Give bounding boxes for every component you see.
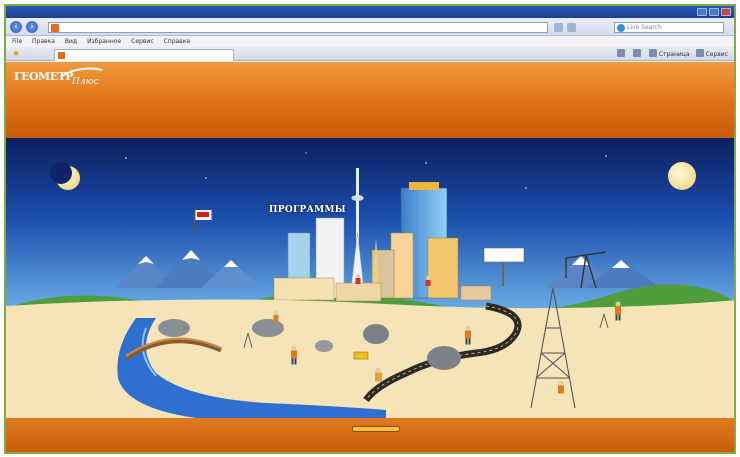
site-footer [6,418,734,452]
menu-tools[interactable]: Сервис [131,36,153,47]
back-icon[interactable]: ‹ [10,21,22,33]
page-menu[interactable]: Страница [648,49,690,60]
command-bar: Страница Сервис [616,49,728,60]
minimize-button[interactable] [697,8,707,16]
tab-active[interactable] [54,49,234,61]
full-moon-icon [668,162,696,190]
stop-icon[interactable] [567,23,576,32]
search-placeholder: Live Search [627,24,662,31]
search-icon [617,24,625,32]
site-header: ГЕОМЕТР Плюс [6,62,734,138]
url-input[interactable] [48,22,548,33]
menu-help[interactable]: Справка [164,36,190,47]
tab-favicon-icon [58,52,65,59]
favorites-star-icon[interactable]: ★ [12,49,20,59]
refresh-icon[interactable] [554,23,563,32]
vehicle-icon [353,351,369,360]
maximize-button[interactable] [709,8,719,16]
web-page: ГЕОМЕТР Плюс ПРОГРАММЫ [6,62,734,452]
address-bar: ‹ › Live Search [6,18,734,36]
window-titlebar [6,6,734,18]
logo-script-text: Плюс [72,77,99,87]
search-input[interactable]: Live Search [614,22,724,33]
menu-edit[interactable]: Правка [32,36,55,47]
menu-view[interactable]: Вид [65,36,77,47]
home-icon[interactable] [616,49,627,60]
menu-bar: File Правка Вид Избранное Сервис Справка [6,36,734,47]
menu-file[interactable]: File [12,36,22,47]
tools-menu[interactable]: Сервис [695,49,728,60]
browser-window: ‹ › Live Search File Правка Вид Избранно… [4,4,736,454]
illustration-scene: ПРОГРАММЫ [6,138,734,418]
menu-favorites[interactable]: Избранное [87,36,121,47]
footer-badge-button[interactable] [352,426,400,432]
scene-illustration [6,138,734,418]
programs-label[interactable]: ПРОГРАММЫ [269,205,346,215]
window-controls [697,8,731,16]
site-favicon-icon [51,24,59,32]
forward-icon[interactable]: › [26,21,38,33]
site-logo[interactable]: ГЕОМЕТР Плюс [14,64,114,92]
tab-bar: ★ Страница Сервис [6,47,734,61]
print-icon[interactable] [632,49,643,60]
close-button[interactable] [721,8,731,16]
address-actions [554,23,576,32]
